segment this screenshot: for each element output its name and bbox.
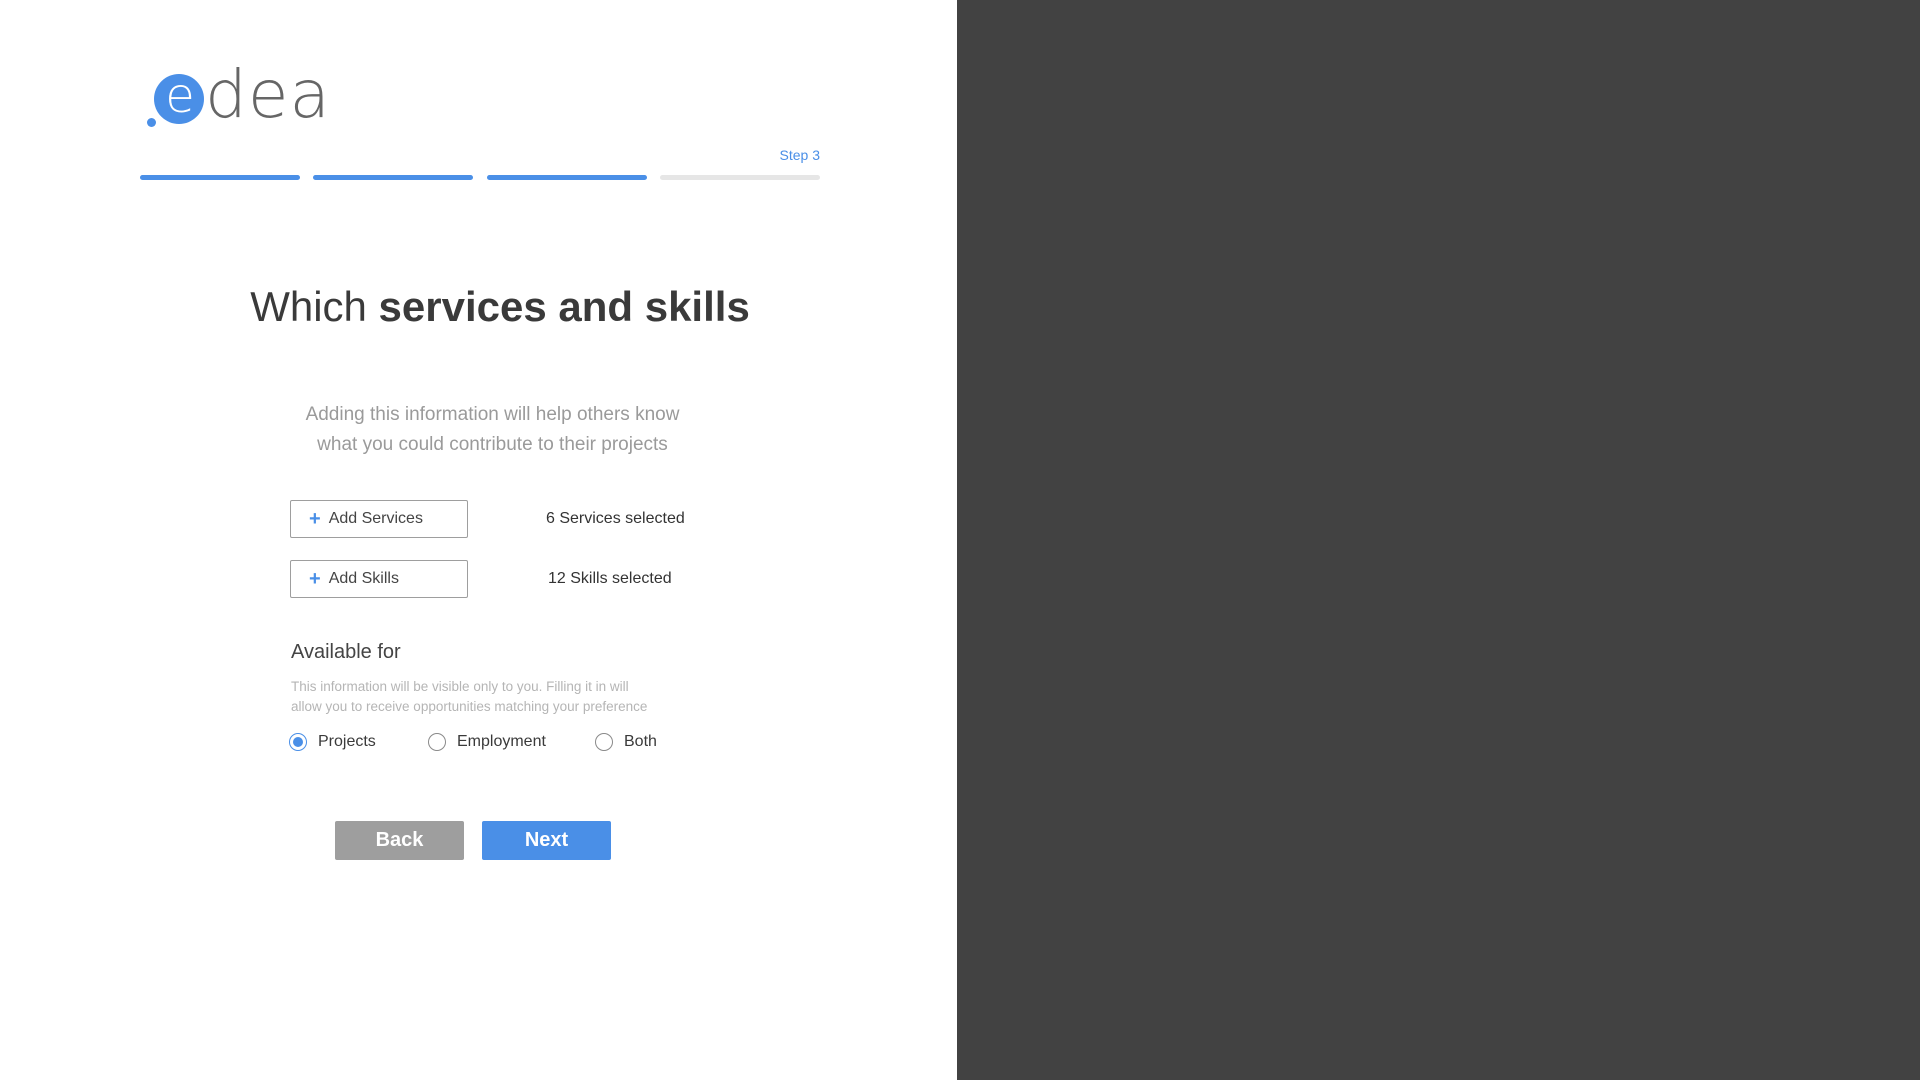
subtitle-line-1: Adding this information will help others… — [305, 404, 680, 425]
radio-employment[interactable]: Employment — [428, 733, 546, 751]
add-skills-label: Add Skills — [328, 570, 399, 587]
radio-employment-label[interactable]: Employment — [457, 733, 546, 751]
skills-selected-count: 12 Skills selected — [548, 570, 672, 587]
progress-segment-2 — [313, 175, 473, 180]
progress-bar — [140, 175, 820, 180]
radio-both-label[interactable]: Both — [624, 733, 657, 751]
note-line-2: allow you to receive opportunities match… — [291, 699, 648, 714]
back-button[interactable]: Back — [335, 821, 464, 860]
radio-checked-icon[interactable] — [289, 733, 307, 751]
logo-wordmark: dea — [205, 56, 331, 133]
radio-projects-label[interactable]: Projects — [318, 733, 376, 751]
plus-icon: + — [309, 568, 321, 590]
radio-unchecked-icon[interactable] — [595, 733, 613, 751]
page-title-light: Which — [250, 283, 379, 330]
progress-segment-4 — [660, 175, 820, 180]
add-services-label: Add Services — [328, 510, 423, 527]
next-button[interactable]: Next — [482, 821, 611, 860]
available-for-note: This information will be visible only to… — [291, 677, 691, 717]
page-title-bold: services and skills — [378, 283, 750, 330]
radio-unchecked-icon[interactable] — [428, 733, 446, 751]
available-for-heading: Available for — [291, 641, 401, 663]
progress-segment-3 — [487, 175, 647, 180]
progress-segment-1 — [140, 175, 300, 180]
logo-first-letter: e — [165, 68, 195, 124]
edea-logo: e dea — [145, 60, 335, 135]
side-image-panel — [957, 0, 1920, 1080]
page-subtitle: Adding this information will help others… — [250, 400, 735, 460]
radio-both[interactable]: Both — [595, 733, 657, 751]
subtitle-line-2: what you could contribute to their proje… — [317, 434, 668, 455]
page-title: Which services and skills — [200, 283, 800, 331]
note-line-1: This information will be visible only to… — [291, 679, 629, 694]
add-skills-button[interactable]: + Add Skills — [290, 560, 468, 598]
radio-projects[interactable]: Projects — [289, 733, 376, 751]
plus-icon: + — [309, 508, 321, 530]
step-indicator: Step 3 — [779, 147, 820, 163]
signup-panel: e dea Step 3 Which services and skills A… — [0, 0, 957, 1080]
add-services-button[interactable]: + Add Services — [290, 500, 468, 538]
services-selected-count: 6 Services selected — [546, 510, 685, 527]
logo-dot-icon — [147, 118, 156, 127]
